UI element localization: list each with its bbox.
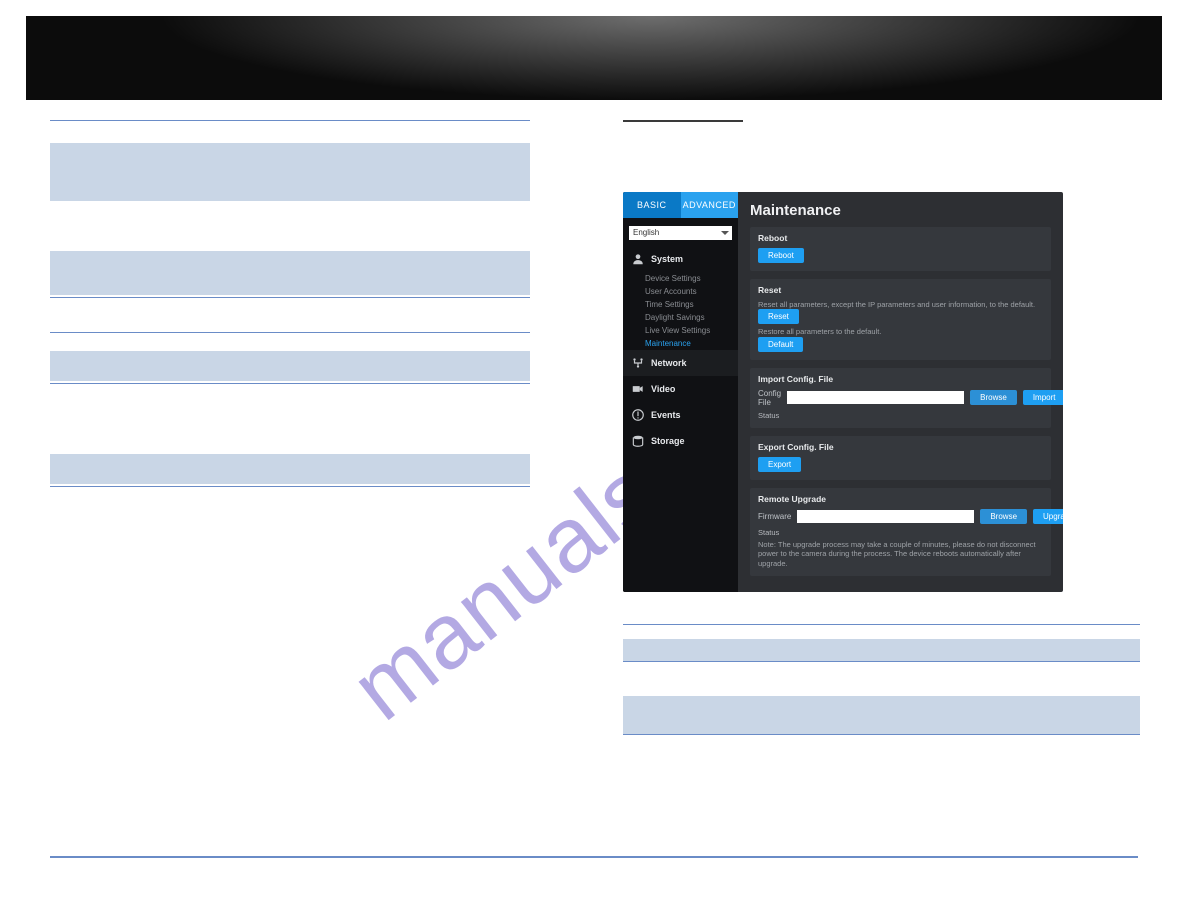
sidebar-events[interactable]: Events: [623, 402, 738, 428]
sidebar-network-label: Network: [651, 358, 687, 368]
content-band: [50, 143, 530, 201]
tab-basic[interactable]: BASIC: [623, 192, 681, 218]
export-heading: Export Config. File: [758, 442, 1043, 452]
sidebar-storage-label: Storage: [651, 436, 685, 446]
sidebar-item-live-view-settings[interactable]: Live View Settings: [623, 324, 738, 337]
sidebar-storage[interactable]: Storage: [623, 428, 738, 454]
content-band: [50, 251, 530, 295]
divider: [50, 486, 530, 487]
section-export: Export Config. File Export: [750, 436, 1051, 480]
upgrade-button[interactable]: Upgrade: [1033, 509, 1063, 524]
page-footer-rule: [50, 856, 1138, 858]
reset-note-2: Restore all parameters to the default.: [758, 327, 1043, 336]
shot-main: Maintenance Reboot Reboot Reset Reset al…: [738, 192, 1063, 592]
section-import: Import Config. File Config File Browse I…: [750, 368, 1051, 428]
page-title: Maintenance: [750, 202, 1051, 219]
sidebar-item-maintenance[interactable]: Maintenance: [623, 337, 738, 350]
language-select[interactable]: English: [629, 226, 732, 240]
reset-button[interactable]: Reset: [758, 309, 799, 324]
left-column: [50, 120, 575, 860]
shot-sidebar: BASIC ADVANCED English System Device Set…: [623, 192, 738, 592]
reboot-button[interactable]: Reboot: [758, 248, 804, 263]
upgrade-field-label: Firmware: [758, 512, 791, 521]
sidebar-video-label: Video: [651, 384, 675, 394]
sidebar-item-user-accounts[interactable]: User Accounts: [623, 285, 738, 298]
section-reboot: Reboot Reboot: [750, 227, 1051, 271]
content-band: [50, 454, 530, 484]
divider: [623, 734, 1140, 735]
default-button[interactable]: Default: [758, 337, 803, 352]
user-icon: [631, 252, 645, 266]
import-status-label: Status: [758, 411, 1043, 420]
upgrade-heading: Remote Upgrade: [758, 494, 1043, 504]
upgrade-status-label: Status: [758, 528, 1043, 537]
reboot-heading: Reboot: [758, 233, 1043, 243]
export-button[interactable]: Export: [758, 457, 801, 472]
content-band: [50, 351, 530, 381]
tab-advanced[interactable]: ADVANCED: [681, 192, 739, 218]
content-band: [623, 639, 1140, 661]
alert-icon: [631, 408, 645, 422]
sidebar-network[interactable]: Network: [623, 350, 738, 376]
page-header-banner: [26, 16, 1162, 100]
import-button[interactable]: Import: [1023, 390, 1063, 405]
sidebar-item-device-settings[interactable]: Device Settings: [623, 272, 738, 285]
section-reset: Reset Reset all parameters, except the I…: [750, 279, 1051, 360]
import-heading: Import Config. File: [758, 374, 1043, 384]
sidebar-item-daylight-savings[interactable]: Daylight Savings: [623, 311, 738, 324]
sidebar-system-label: System: [651, 254, 683, 264]
storage-icon: [631, 434, 645, 448]
content-band: [623, 696, 1140, 734]
upgrade-file-input[interactable]: [797, 510, 974, 523]
import-file-input[interactable]: [787, 391, 964, 404]
sidebar-system[interactable]: System: [623, 246, 738, 272]
upgrade-note: Note: The upgrade process may take a cou…: [758, 540, 1043, 568]
upgrade-browse-button[interactable]: Browse: [980, 509, 1027, 524]
video-icon: [631, 382, 645, 396]
import-field-label: Config File: [758, 389, 781, 407]
network-icon: [631, 356, 645, 370]
right-column: BASIC ADVANCED English System Device Set…: [615, 120, 1140, 860]
sidebar-video[interactable]: Video: [623, 376, 738, 402]
section-upgrade: Remote Upgrade Firmware Browse Upgrade S…: [750, 488, 1051, 576]
reset-note-1: Reset all parameters, except the IP para…: [758, 300, 1043, 309]
reset-heading: Reset: [758, 285, 1043, 295]
sidebar-events-label: Events: [651, 410, 681, 420]
maintenance-screenshot: BASIC ADVANCED English System Device Set…: [623, 192, 1063, 592]
page-body: BASIC ADVANCED English System Device Set…: [50, 120, 1140, 860]
sidebar-item-time-settings[interactable]: Time Settings: [623, 298, 738, 311]
import-browse-button[interactable]: Browse: [970, 390, 1017, 405]
